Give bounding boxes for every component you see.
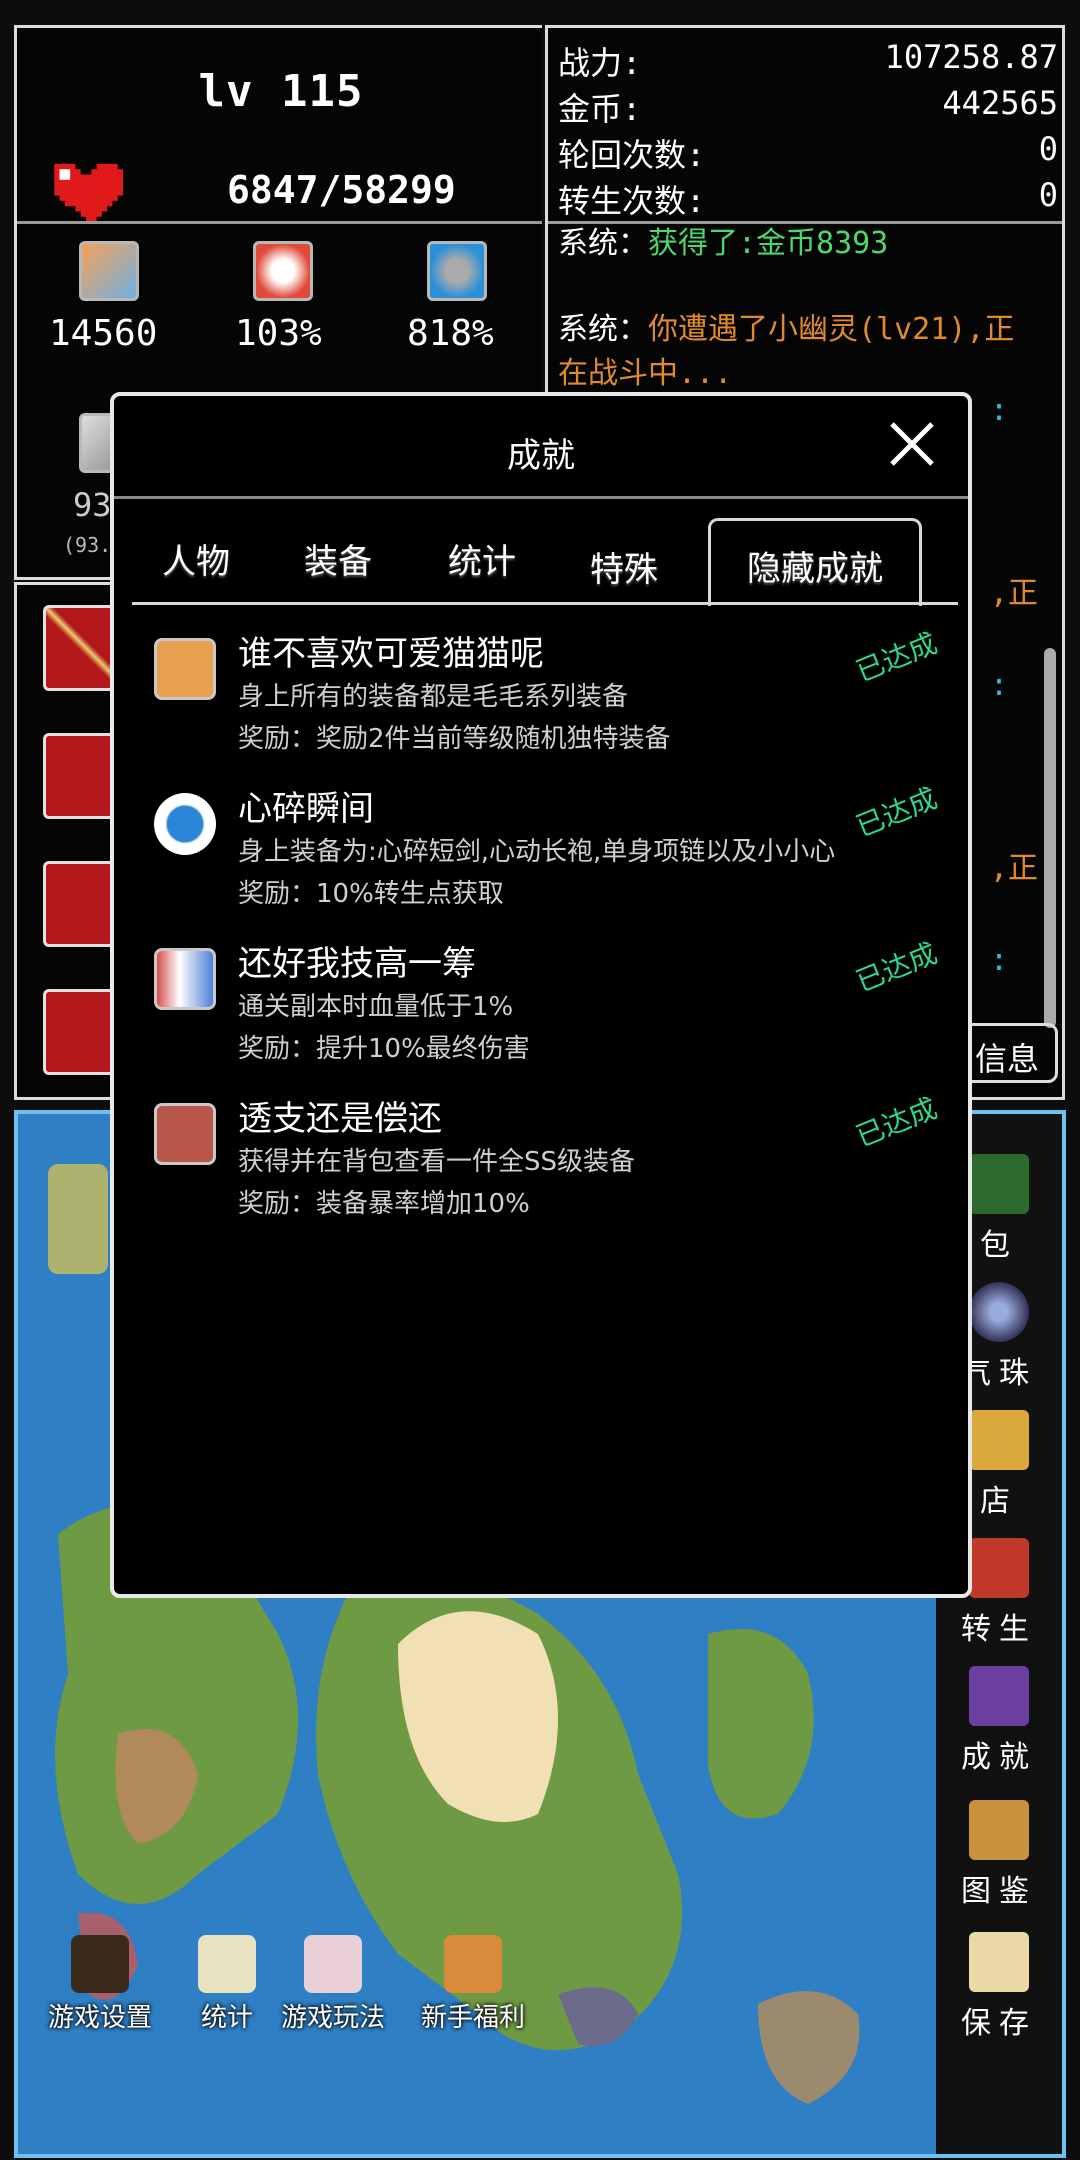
stats-icon <box>198 1935 256 1993</box>
gold-value: 442565 <box>942 84 1058 122</box>
sidebar-label: 保存 <box>961 2006 1037 2041</box>
bag-icon <box>969 1154 1029 1214</box>
achievement-description: 身上装备为:心碎短剑,心动长袍,单身项链以及小小心 <box>238 837 836 867</box>
skull-icon <box>154 1103 216 1165</box>
tab-statistics[interactable]: 统计 <box>448 534 516 583</box>
power-value: 107258.87 <box>884 38 1058 76</box>
achievement-description: 身上所有的装备都是毛毛系列装备 <box>238 682 629 712</box>
sidebar-item-codex[interactable]: 图鉴 <box>936 1800 1062 1910</box>
crit-damage-icon <box>427 241 487 301</box>
log-entry: 系统：你遭遇了小幽灵(lv21),正 在战斗中... <box>558 308 1058 396</box>
sword-icon <box>79 241 139 301</box>
log-text: 你遭遇了小幽灵(lv21),正 <box>648 312 1015 347</box>
achievement-reward: 奖励：10%转生点获取 <box>238 879 504 909</box>
achievement-description: 获得并在背包查看一件全SS级装备 <box>238 1147 636 1177</box>
broken-heart-icon <box>154 793 216 855</box>
tab-underline <box>132 602 958 605</box>
bottom-label: 新手福利 <box>420 2003 525 2033</box>
cat-icon <box>154 638 216 700</box>
close-icon[interactable] <box>886 418 938 470</box>
newbie-gift-icon <box>444 1935 502 1993</box>
player-hp: 6847/58299 <box>227 168 456 212</box>
achievement-reward: 奖励：提升10%最终伤害 <box>238 1034 530 1064</box>
divider <box>114 496 968 499</box>
achievement-description: 通关副本时血量低于1% <box>238 992 514 1022</box>
gold-label: 金币: <box>558 90 642 128</box>
achievement-item: 谁不喜欢可爱猫猫呢 身上所有的装备都是毛毛系列装备 奖励：奖励2件当前等级随机独… <box>154 626 954 776</box>
reincarnation-value: 0 <box>1038 130 1058 168</box>
log-fragment: : <box>990 393 1009 428</box>
power-label: 战力: <box>558 44 642 82</box>
crit-icon <box>253 241 313 301</box>
achievement-item: 透支还是偿还 获得并在背包查看一件全SS级装备 奖励：装备暴率增加10% 已达成 <box>154 1091 954 1241</box>
tab-equipment[interactable]: 装备 <box>304 534 372 583</box>
tab-special[interactable]: 特殊 <box>590 542 658 591</box>
modal-title: 成就 <box>507 436 575 476</box>
reincarnation-row: 轮回次数: 0 <box>558 130 1058 176</box>
orb-icon <box>969 1282 1029 1342</box>
log-text-continued: 在战斗中... <box>558 356 733 391</box>
achievement-title: 透支还是偿还 <box>238 1099 442 1139</box>
divider <box>17 221 542 224</box>
log-fragment: ,正 <box>990 576 1039 611</box>
log-prefix: 系统： <box>558 312 648 347</box>
achievement-icon <box>969 1666 1029 1726</box>
achievement-title: 还好我技高一筹 <box>238 944 476 984</box>
save-icon <box>969 1932 1029 1992</box>
sidebar-item-achievement[interactable]: 成就 <box>936 1666 1062 1776</box>
codex-icon <box>969 1800 1029 1860</box>
game-settings-button[interactable]: 游戏设置 <box>42 1935 158 2034</box>
achievement-reward: 奖励：奖励2件当前等级随机独特装备 <box>238 724 671 754</box>
log-fragment: : <box>990 668 1009 703</box>
shop-icon <box>969 1410 1029 1470</box>
attack-value: 14560 <box>49 313 158 354</box>
achievement-title: 谁不喜欢可爱猫猫呢 <box>238 634 544 674</box>
gold-row: 金币: 442565 <box>558 84 1058 130</box>
sidebar-label: 成就 <box>961 1740 1037 1775</box>
guide-icon <box>304 1935 362 1993</box>
log-prefix: 系统： <box>558 226 648 261</box>
rebirth-icon <box>969 1538 1029 1598</box>
sidebar-label: 转生 <box>961 1612 1037 1647</box>
tab-character[interactable]: 人物 <box>162 534 230 583</box>
newbie-gift-button[interactable]: 新手福利 <box>418 1935 528 2034</box>
achievement-modal: 成就 人物 装备 统计 特殊 隐藏成就 谁不喜欢可爱猫猫呢 身上所有的装备都是毛… <box>110 392 972 1598</box>
sidebar-item-save[interactable]: 保存 <box>936 1932 1062 2042</box>
bottom-label: 统计 <box>200 2003 253 2033</box>
defense-value: 93 <box>73 486 112 524</box>
achievement-status: 已达成 <box>851 626 942 689</box>
settings-icon <box>71 1935 129 1993</box>
trick-icon <box>154 948 216 1010</box>
crit-rate-value: 103% <box>235 313 322 354</box>
achievement-item: 还好我技高一筹 通关副本时血量低于1% 奖励：提升10%最终伤害 已达成 <box>154 936 954 1086</box>
bottom-label: 游戏设置 <box>47 2003 152 2033</box>
achievement-status: 已达成 <box>851 781 942 844</box>
log-text: 获得了:金币8393 <box>648 226 889 261</box>
tab-hidden-achievements[interactable]: 隐藏成就 <box>708 518 922 606</box>
stats-button[interactable]: 统计 <box>192 1935 262 2034</box>
power-row: 战力: 107258.87 <box>558 38 1058 84</box>
sidebar-label: 图鉴 <box>961 1874 1037 1909</box>
defense-sub-value: (93. <box>63 533 112 557</box>
rebirth-value: 0 <box>1038 176 1058 214</box>
bottom-label: 游戏玩法 <box>280 2003 385 2033</box>
log-fragment: : <box>990 943 1009 978</box>
achievement-item: 心碎瞬间 身上装备为:心碎短剑,心动长袍,单身项链以及小小心 奖励：10%转生点… <box>154 781 954 931</box>
log-entry: 系统：获得了:金币8393 <box>558 222 1058 266</box>
tab-bar: 人物 装备 统计 特殊 隐藏成就 <box>132 518 958 606</box>
log-scrollbar[interactable] <box>1044 648 1056 1028</box>
reincarnation-label: 轮回次数: <box>558 136 706 174</box>
achievement-status: 已达成 <box>851 936 942 999</box>
rebirth-label: 转生次数: <box>558 182 706 220</box>
game-guide-button[interactable]: 游戏玩法 <box>278 1935 388 2034</box>
achievement-reward: 奖励：装备暴率增加10% <box>238 1189 530 1219</box>
player-level: lv 115 <box>198 66 364 117</box>
rebirth-row: 转生次数: 0 <box>558 176 1058 222</box>
crit-damage-value: 818% <box>407 313 494 354</box>
heart-icon <box>54 163 123 223</box>
achievement-title: 心碎瞬间 <box>238 789 374 829</box>
log-fragment: ,正 <box>990 851 1039 886</box>
achievement-status: 已达成 <box>851 1091 942 1154</box>
